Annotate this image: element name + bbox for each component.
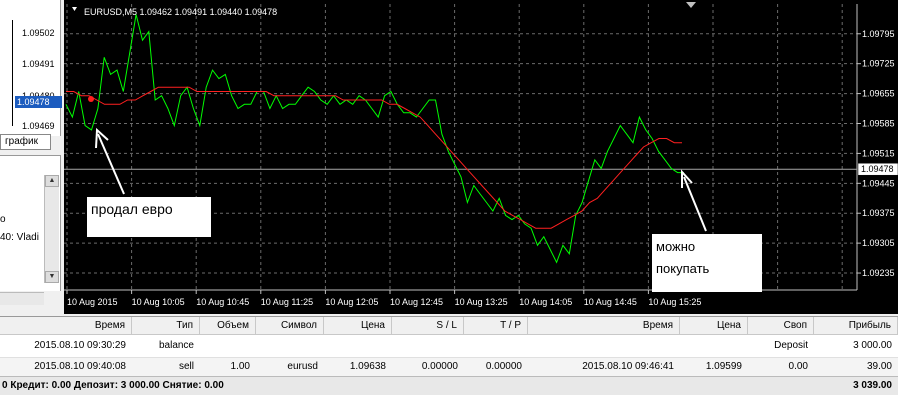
cell-close-price: 1.09599 bbox=[705, 361, 742, 372]
scroll-down-icon[interactable]: ▼ bbox=[45, 271, 59, 283]
column-header-profit[interactable]: Прибыль bbox=[814, 317, 898, 335]
chart-header: EURUSD,M5 1.09462 1.09491 1.09440 1.0947… bbox=[84, 7, 277, 17]
column-header-close-price[interactable]: Цена bbox=[680, 317, 748, 335]
cell-price: 1.09638 bbox=[349, 361, 386, 372]
cell-tp: 0.00000 bbox=[485, 361, 522, 372]
time-tick-label: 10 Aug 13:25 bbox=[455, 297, 508, 307]
column-header-sl[interactable]: S / L bbox=[392, 317, 464, 335]
time-tick-label: 10 Aug 2015 bbox=[67, 297, 118, 307]
cell-time: 2015.08.10 09:30:29 bbox=[34, 340, 126, 351]
cell-type: sell bbox=[178, 361, 194, 372]
time-tick-label: 10 Aug 14:05 bbox=[519, 297, 572, 307]
terminal-panel: Время Тип Объем Символ Цена S / L T / P … bbox=[0, 316, 898, 401]
mini-current-price: 1.09478 bbox=[15, 96, 62, 108]
price-tick-label: 1.09585 bbox=[862, 119, 895, 129]
table-row[interactable]: 2015.08.10 09:30:29 balance Deposit 3 00… bbox=[0, 337, 898, 357]
column-header-volume[interactable]: Объем bbox=[200, 317, 256, 335]
price-tick-label: 1.09375 bbox=[862, 208, 895, 218]
time-tick-label: 10 Aug 12:45 bbox=[390, 297, 443, 307]
mini-price-label: 1.09469 bbox=[22, 121, 55, 131]
price-tick-label: 1.09655 bbox=[862, 89, 895, 99]
cell-swap: 0.00 bbox=[788, 361, 808, 372]
annotation-buy-text: покупать bbox=[656, 261, 710, 276]
price-tick-label: 1.09305 bbox=[862, 238, 895, 248]
time-tick-label: 10 Aug 11:25 bbox=[261, 297, 313, 307]
price-tick-label: 1.09795 bbox=[862, 29, 895, 39]
account-total: 3 039.00 bbox=[853, 380, 892, 391]
vertical-scrollbar[interactable]: ▲ ▼ bbox=[44, 175, 59, 283]
time-tick-label: 10 Aug 12:05 bbox=[325, 297, 378, 307]
column-header-price[interactable]: Цена bbox=[324, 317, 392, 335]
column-header-tp[interactable]: T / P bbox=[464, 317, 528, 335]
column-header-time[interactable]: Время bbox=[0, 317, 132, 335]
scroll-up-icon[interactable]: ▲ bbox=[45, 175, 59, 187]
tab-chart[interactable]: график bbox=[0, 134, 51, 150]
current-price-label: 1.09478 bbox=[861, 164, 894, 174]
price-chart[interactable]: 1.09795 1.09725 1.09655 1.09585 1.09515 1.094… bbox=[64, 0, 898, 314]
table-row[interactable]: 2015.08.10 09:40:08 sell 1.00 eurusd 1.0… bbox=[0, 357, 898, 378]
account-summary-row: 0 Кредит: 0.00 Депозит: 3 000.00 Снятие:… bbox=[0, 376, 898, 395]
annotation-buy-text: можно bbox=[656, 239, 696, 254]
cell-symbol: eurusd bbox=[287, 361, 318, 372]
annotation-buy: можно покупать bbox=[652, 234, 762, 292]
price-tick-label: 1.09445 bbox=[862, 178, 895, 188]
mini-chart-panel: 1.09502 1.09491 1.09480 1.09478 1.09469 bbox=[0, 0, 62, 136]
cell-sl: 0.00000 bbox=[421, 361, 458, 372]
column-header-close-time[interactable]: Время bbox=[528, 317, 680, 335]
navigator-item[interactable]: 40: Vladi bbox=[0, 232, 39, 243]
cell-volume: 1.00 bbox=[230, 361, 250, 372]
mini-axis-line bbox=[12, 20, 13, 126]
navigator-item[interactable]: о bbox=[0, 214, 6, 225]
cell-profit: 39.00 bbox=[866, 361, 892, 372]
cell-time: 2015.08.10 09:40:08 bbox=[34, 361, 126, 372]
price-tick-label: 1.09515 bbox=[862, 148, 895, 158]
time-tick-label: 10 Aug 10:45 bbox=[196, 297, 249, 307]
column-header-type[interactable]: Тип bbox=[132, 317, 200, 335]
column-header-symbol[interactable]: Символ bbox=[256, 317, 324, 335]
price-tick-label: 1.09235 bbox=[862, 268, 895, 278]
account-summary: 0 Кредит: 0.00 Депозит: 3 000.00 Снятие:… bbox=[2, 380, 224, 391]
mini-price-label: 1.09491 bbox=[22, 59, 55, 69]
cell-swap: Deposit bbox=[774, 340, 808, 351]
column-header-swap[interactable]: Своп bbox=[748, 317, 814, 335]
time-tick-label: 10 Aug 14:45 bbox=[584, 297, 637, 307]
time-tick-label: 10 Aug 10:05 bbox=[132, 297, 185, 307]
price-tick-label: 1.09725 bbox=[862, 59, 895, 69]
trade-marker-icon bbox=[88, 96, 94, 102]
cell-close-time: 2015.08.10 09:46:41 bbox=[582, 361, 674, 372]
cell-type: balance bbox=[158, 340, 194, 351]
chart-background bbox=[64, 0, 898, 314]
horizontal-scrollbar[interactable] bbox=[0, 292, 44, 305]
annotation-sold: продал евро bbox=[87, 197, 211, 237]
time-tick-label: 10 Aug 15:25 bbox=[648, 297, 701, 307]
price-axis: 1.09795 1.09725 1.09655 1.09585 1.09515 1.094… bbox=[857, 29, 895, 278]
mini-price-label: 1.09502 bbox=[22, 28, 55, 38]
annotation-sold-text: продал евро bbox=[91, 201, 173, 217]
cell-profit: 3 000.00 bbox=[853, 340, 892, 351]
